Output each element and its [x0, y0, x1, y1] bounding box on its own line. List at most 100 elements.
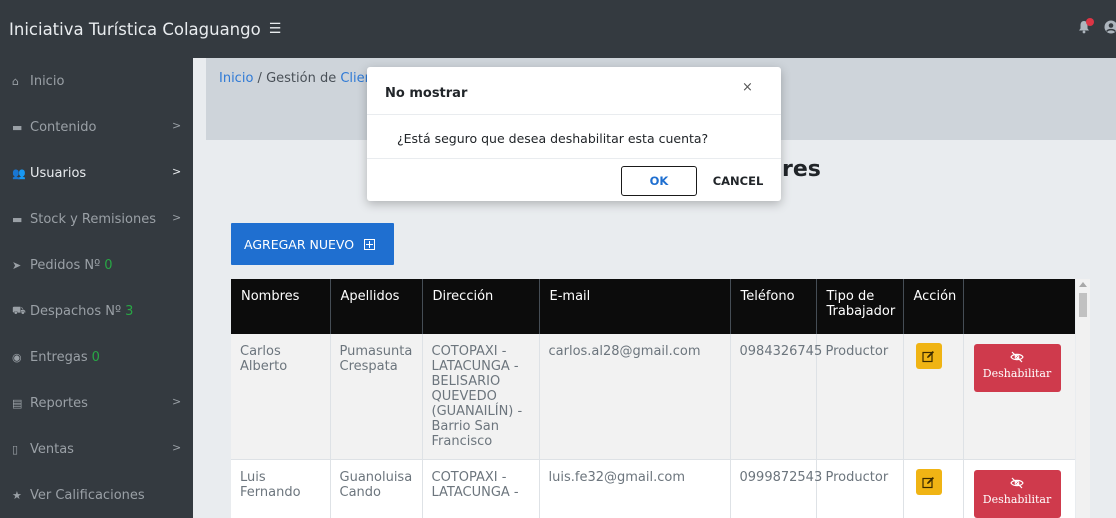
dialog-message: ¿Está seguro que desea deshabilitar esta…: [397, 131, 709, 146]
column-header-nombres: Nombres: [231, 279, 331, 334]
sidebar: ⌂ Inicio ▬ Contenido > 👥 Usuarios > ▬ St…: [0, 58, 193, 518]
scroll-up-arrow-icon[interactable]: [1079, 282, 1087, 287]
sidebar-item-label: Usuarios: [30, 165, 87, 181]
edit-button[interactable]: [915, 343, 942, 369]
disable-button[interactable]: Deshabilitar: [973, 344, 1061, 392]
chevron-right-icon: >: [172, 211, 182, 224]
sidebar-item-entregas[interactable]: ◉ Entregas 0: [0, 334, 193, 380]
sidebar-item-label: Stock y Remisiones: [30, 211, 157, 227]
breadcrumb-separator: /: [257, 71, 262, 86]
sidebar-item-stock-remisiones[interactable]: ▬ Stock y Remisiones >: [0, 196, 193, 242]
cell-disable: Deshabilitar: [963, 459, 1075, 518]
edit-icon: [922, 350, 934, 362]
users-table: Nombres Apellidos Dirección E-mail Teléf…: [231, 279, 1075, 518]
edit-button[interactable]: [915, 469, 942, 495]
column-header-tipo-trabajador: Tipo de Trabajador: [816, 279, 904, 334]
sidebar-item-label: Inicio: [30, 73, 65, 89]
sidebar-item-label: Pedidos Nº: [30, 257, 101, 273]
report-icon: ▤: [12, 396, 23, 410]
disable-label: Deshabilitar: [982, 493, 1052, 506]
column-header-telefono: Teléfono: [730, 279, 817, 334]
confirm-dialog: No mostrar × ¿Está seguro que desea desh…: [367, 67, 781, 201]
table-row: Luis Fernando Guanoluisa Cando COTOPAXI …: [231, 459, 1075, 518]
sidebar-item-label: Ventas: [30, 441, 74, 457]
cancel-button[interactable]: CANCEL: [708, 166, 768, 196]
sidebar-item-label: Contenido: [30, 119, 97, 135]
dialog-title: No mostrar: [385, 86, 468, 101]
sidebar-item-usuarios[interactable]: 👥 Usuarios >: [0, 150, 193, 196]
navbar-actions: [1078, 18, 1116, 34]
chevron-right-icon: >: [172, 395, 182, 408]
sidebar-item-contenido[interactable]: ▬ Contenido >: [0, 104, 193, 150]
cell-edit: [903, 334, 964, 460]
home-icon: ⌂: [12, 74, 19, 88]
eye-slash-icon: [1010, 351, 1024, 363]
cell-tipo: Productor: [816, 334, 904, 460]
notifications-bell-icon[interactable]: [1078, 18, 1094, 34]
breadcrumb-home-link[interactable]: Inicio: [219, 71, 253, 86]
sidebar-item-ventas[interactable]: ▯ Ventas >: [0, 426, 193, 472]
entregas-count: 0: [91, 349, 100, 365]
close-icon[interactable]: ×: [742, 80, 753, 95]
breadcrumb-current: Gestión de: [266, 71, 337, 86]
motorcycle-icon: ◉: [12, 350, 22, 364]
users-icon: 👥: [12, 166, 26, 180]
sidebar-item-pedidos[interactable]: ➤ Pedidos Nº 0: [0, 242, 193, 288]
plus-square-icon: [364, 238, 376, 250]
cell-apellidos: Guanoluisa Cando: [330, 459, 423, 518]
cell-email: carlos.al28@gmail.com: [539, 334, 731, 460]
sidebar-item-despachos[interactable]: ⛟ Despachos Nº 3: [0, 288, 193, 334]
cell-direccion: COTOPAXI - LATACUNGA -: [422, 459, 540, 518]
breadcrumb-link[interactable]: Clier: [340, 71, 370, 86]
add-new-button[interactable]: AGREGAR NUEVO: [231, 223, 394, 265]
disable-label: Deshabilitar: [982, 367, 1052, 380]
menu-toggle-icon[interactable]: ☰: [269, 21, 282, 37]
cell-disable: Deshabilitar: [963, 334, 1075, 460]
cell-email: luis.fe32@gmail.com: [539, 459, 731, 518]
tablet-icon: ▯: [12, 442, 19, 456]
scrollbar-thumb[interactable]: [1079, 293, 1087, 317]
dialog-divider: [367, 158, 781, 159]
page-title: res: [782, 157, 821, 182]
top-navbar: Iniciativa Turística Colaguango ☰: [0, 0, 1116, 58]
folder-icon: ▬: [12, 212, 23, 226]
sidebar-item-label: Despachos Nº: [30, 303, 122, 319]
sidebar-item-label: Entregas: [30, 349, 88, 365]
cell-tipo: Productor: [816, 459, 904, 518]
user-account-icon[interactable]: [1104, 20, 1116, 34]
sidebar-item-calificaciones[interactable]: ★ Ver Calificaciones: [0, 472, 193, 518]
sidebar-item-label: Ver Calificaciones: [30, 487, 145, 503]
paper-plane-icon: ➤: [12, 258, 22, 272]
column-header-accion: Acción: [903, 279, 964, 334]
sidebar-item-reportes[interactable]: ▤ Reportes >: [0, 380, 193, 426]
cell-direccion: COTOPAXI - LATACUNGA - BELISARIO QUEVEDO…: [422, 334, 540, 460]
ok-button[interactable]: OK: [621, 166, 697, 196]
sidebar-item-inicio[interactable]: ⌂ Inicio: [0, 58, 193, 104]
disable-button[interactable]: Deshabilitar: [973, 470, 1061, 518]
chevron-right-icon: >: [172, 165, 182, 178]
column-header-direccion: Dirección: [422, 279, 540, 334]
chevron-right-icon: >: [172, 441, 182, 454]
despachos-count: 3: [125, 303, 134, 319]
app-title[interactable]: Iniciativa Turística Colaguango: [0, 20, 261, 39]
cell-nombres: Carlos Alberto: [231, 334, 331, 460]
cell-apellidos: Pumasunta Crespata: [330, 334, 423, 460]
cell-edit: [903, 459, 964, 518]
pedidos-count: 0: [104, 257, 113, 273]
add-new-label: AGREGAR NUEVO: [244, 236, 355, 252]
eye-slash-icon: [1010, 477, 1024, 489]
table-scrollbar[interactable]: [1076, 279, 1090, 518]
folder-icon: ▬: [12, 120, 23, 134]
breadcrumb: Inicio / Gestión de Clier: [219, 71, 370, 86]
cell-nombres: Luis Fernando: [231, 459, 331, 518]
column-header-email: E-mail: [539, 279, 731, 334]
truck-icon: ⛟: [12, 303, 26, 317]
chevron-right-icon: >: [172, 119, 182, 132]
table-header-row: Nombres Apellidos Dirección E-mail Teléf…: [231, 279, 1075, 334]
table-row: Carlos Alberto Pumasunta Crespata COTOPA…: [231, 334, 1075, 460]
star-icon: ★: [12, 488, 22, 502]
column-header-apellidos: Apellidos: [330, 279, 423, 334]
cell-telefono: 0999872543: [730, 459, 822, 518]
users-table-container: Nombres Apellidos Dirección E-mail Teléf…: [231, 279, 1075, 518]
dialog-divider: [367, 114, 781, 115]
